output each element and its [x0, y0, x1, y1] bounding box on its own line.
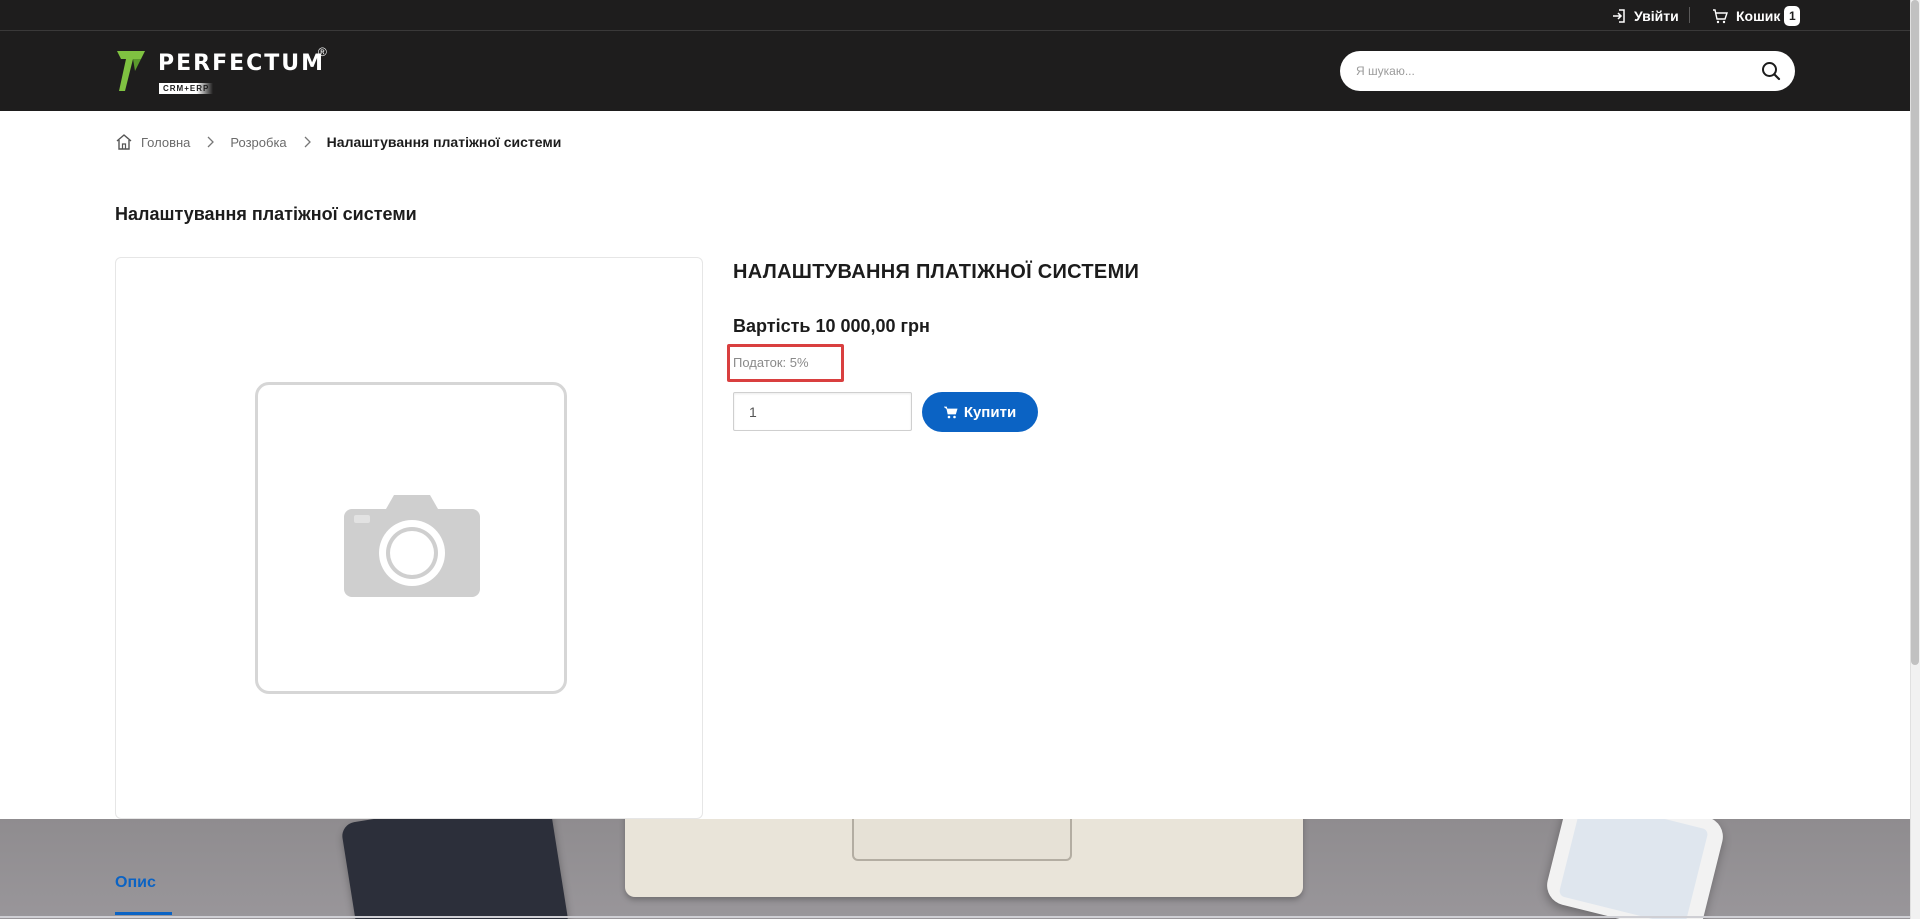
cart-icon [1713, 8, 1728, 23]
breadcrumb: Головна Розробка Налаштування платіжної … [115, 131, 561, 153]
logo-mark-icon [117, 51, 145, 91]
search-icon[interactable] [1761, 61, 1781, 81]
topbar-divider [1689, 7, 1690, 23]
chevron-right-icon [207, 136, 215, 148]
tab-description[interactable]: Опис [115, 874, 156, 892]
breadcrumb-home-link[interactable]: Головна [141, 135, 190, 150]
site-header: PERFECTUM ® CRM+ERP [0, 31, 1910, 111]
wallet-image [340, 819, 570, 919]
login-icon [1613, 9, 1625, 23]
phone-image [1542, 819, 1728, 919]
buy-button[interactable]: Купити [922, 392, 1038, 432]
product-image-panel [115, 257, 703, 819]
camera-icon [344, 495, 480, 597]
cart-icon [943, 406, 958, 418]
logo-registered-mark: ® [318, 45, 327, 59]
chevron-right-icon [304, 136, 311, 148]
breadcrumb-current: Налаштування платіжної системи [326, 134, 562, 150]
trackpad-image [852, 819, 1072, 861]
tabs-baseline [0, 916, 1910, 918]
perfectum-logo[interactable]: PERFECTUM ® CRM+ERP [115, 45, 335, 94]
scrollbar-thumb[interactable] [1911, 0, 1919, 665]
top-bar: Увійти Кошик 1 [0, 0, 1910, 31]
phone-screen [1558, 819, 1709, 919]
cart-count-badge: 1 [1784, 6, 1801, 26]
active-tab-indicator [115, 912, 172, 915]
home-icon[interactable] [115, 133, 133, 151]
cart-link[interactable]: Кошик 1 [1712, 6, 1801, 26]
login-label: Увійти [1634, 8, 1679, 24]
logo-subtitle: CRM+ERP [159, 83, 214, 94]
description-background [0, 819, 1910, 919]
image-placeholder[interactable] [255, 382, 567, 694]
search-bar [1340, 51, 1795, 91]
product-tax: Податок: 5% [733, 355, 809, 370]
login-link[interactable]: Увійти [1612, 7, 1679, 25]
logo-text: PERFECTUM [158, 51, 326, 76]
breadcrumb-section-link[interactable]: Розробка [230, 135, 286, 150]
product-name: НАЛАШТУВАННЯ ПЛАТІЖНОЇ СИСТЕМИ [733, 261, 1140, 283]
cart-label: Кошик [1736, 8, 1781, 24]
page-title: Налаштування платіжної системи [115, 204, 417, 224]
buy-button-label: Купити [963, 403, 1017, 421]
product-price: Вартість 10 000,00 грн [733, 316, 930, 336]
search-input[interactable] [1356, 51, 1736, 91]
quantity-input[interactable] [733, 392, 912, 431]
